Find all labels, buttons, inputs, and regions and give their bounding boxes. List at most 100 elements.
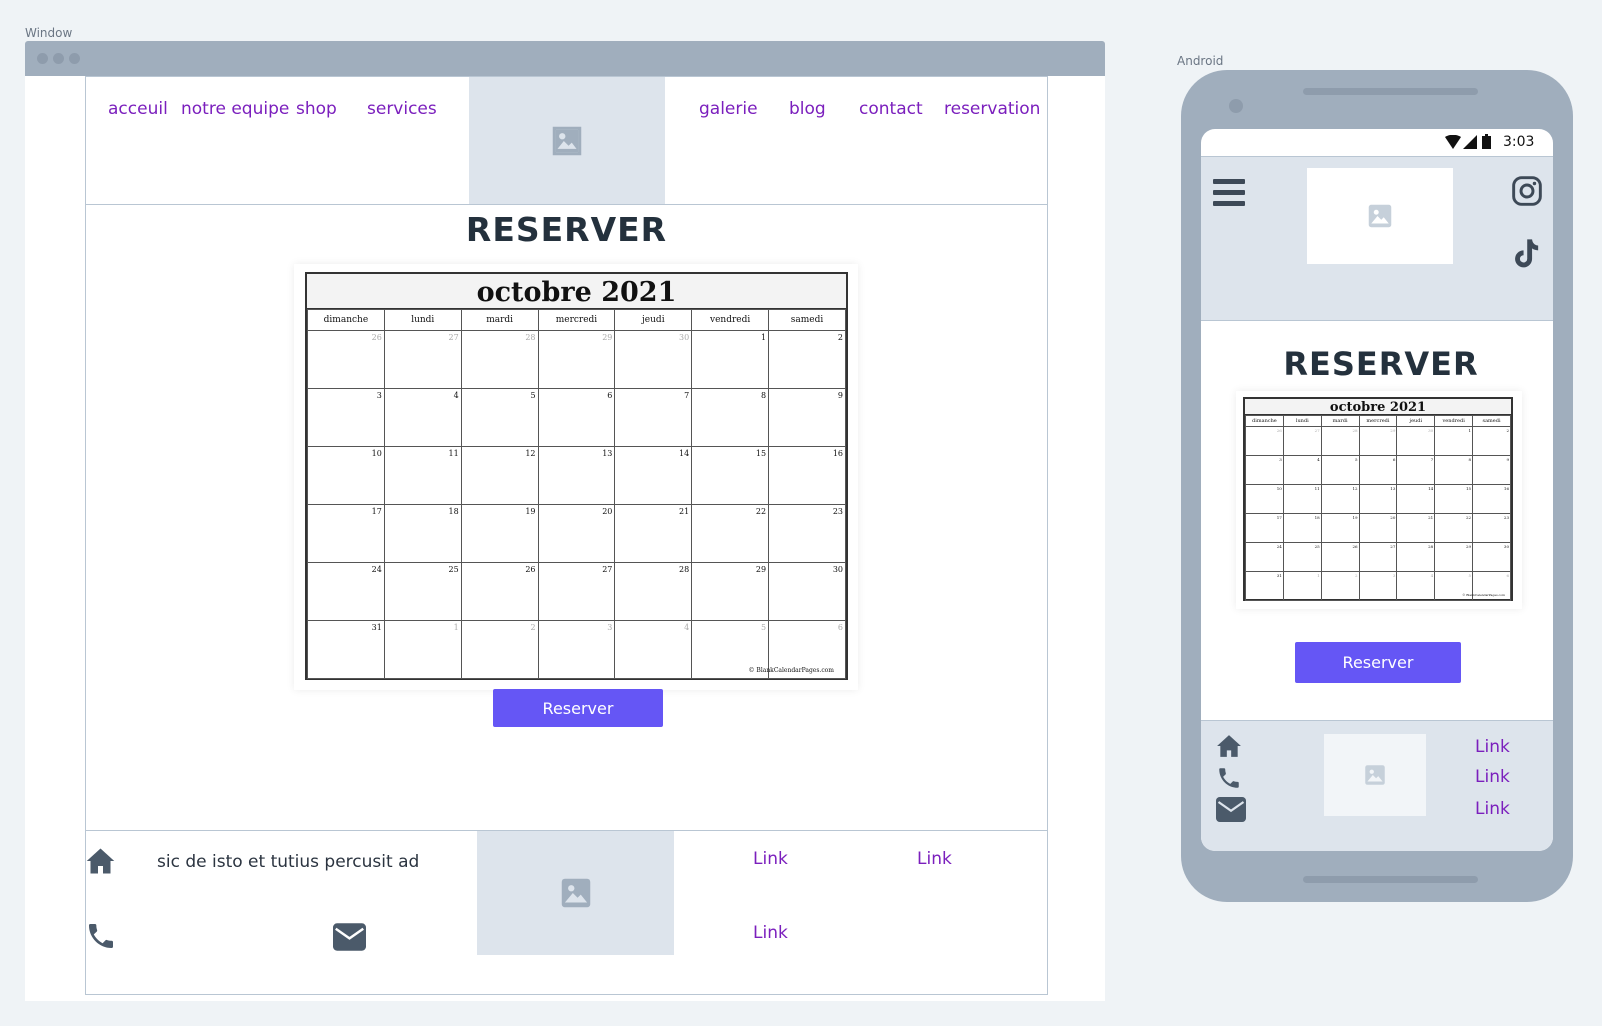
calendar-day-cell[interactable]: 23 (768, 504, 846, 563)
calendar-day-cell[interactable]: 16 (768, 446, 846, 505)
mobile-calendar-day-cell[interactable]: 31 (1245, 571, 1284, 601)
calendar-day-cell[interactable]: 20 (537, 504, 616, 563)
nav-reservation[interactable]: reservation (944, 99, 1040, 119)
mobile-footer-link-2[interactable]: Link (1475, 767, 1510, 787)
calendar-day-cell[interactable]: 26 (460, 562, 539, 621)
mobile-calendar-day-cell[interactable]: 22 (1434, 513, 1474, 543)
calendar-day-cell[interactable]: 12 (460, 446, 539, 505)
window-close-dot[interactable] (37, 53, 48, 64)
mobile-calendar-day-cell[interactable]: 7 (1396, 455, 1436, 485)
mobile-calendar-day-cell[interactable]: 26 (1320, 542, 1360, 572)
calendar-day-cell[interactable]: 30 (614, 330, 693, 389)
mobile-calendar-day-cell[interactable]: 28 (1396, 542, 1436, 572)
calendar-day-cell[interactable]: 4 (614, 620, 693, 679)
mobile-calendar-day-cell[interactable]: 2 (1320, 571, 1360, 601)
nav-blog[interactable]: blog (789, 99, 826, 119)
calendar-day-cell[interactable]: 3 (307, 388, 385, 447)
reserver-button[interactable]: Reserver (493, 689, 663, 727)
mobile-calendar-day-cell[interactable]: 5 (1320, 455, 1360, 485)
mobile-calendar-day-cell[interactable]: 9 (1472, 455, 1511, 485)
mobile-calendar-day-cell[interactable]: 27 (1358, 542, 1398, 572)
nav-services[interactable]: services (367, 99, 437, 119)
phone-icon[interactable] (85, 920, 117, 952)
mobile-calendar-day-cell[interactable]: 11 (1282, 484, 1322, 514)
calendar-day-cell[interactable]: 14 (614, 446, 693, 505)
mobile-calendar-day-cell[interactable]: 29 (1434, 542, 1474, 572)
mobile-reserver-button[interactable]: Reserver (1295, 642, 1461, 683)
calendar-day-cell[interactable]: 25 (383, 562, 462, 621)
mobile-calendar-day-cell[interactable]: 20 (1358, 513, 1398, 543)
envelope-icon[interactable] (333, 923, 366, 951)
footer-link-3[interactable]: Link (753, 923, 788, 943)
mobile-calendar-day-cell[interactable]: 3 (1245, 455, 1284, 485)
mobile-calendar-day-cell[interactable]: 17 (1245, 513, 1284, 543)
calendar-day-cell[interactable]: 1 (691, 330, 770, 389)
calendar-day-cell[interactable]: 21 (614, 504, 693, 563)
calendar-day-cell[interactable]: 9 (768, 388, 846, 447)
calendar-day-cell[interactable]: 15 (691, 446, 770, 505)
calendar-day-cell[interactable]: 31 (307, 620, 385, 679)
calendar-day-cell[interactable]: 2 (768, 330, 846, 389)
mobile-calendar-day-cell[interactable]: 23 (1472, 513, 1511, 543)
tiktok-icon[interactable] (1511, 237, 1541, 271)
phone-icon[interactable] (1216, 765, 1242, 791)
calendar-day-cell[interactable]: 24 (307, 562, 385, 621)
nav-contact[interactable]: contact (859, 99, 923, 119)
calendar-day-cell[interactable]: 17 (307, 504, 385, 563)
mobile-calendar-day-cell[interactable]: 26 (1245, 426, 1284, 456)
calendar-day-cell[interactable]: 26 (307, 330, 385, 389)
instagram-icon[interactable] (1511, 175, 1543, 207)
mobile-calendar-day-cell[interactable]: 28 (1320, 426, 1360, 456)
mobile-footer-link-1[interactable]: Link (1475, 737, 1510, 757)
mobile-calendar-day-cell[interactable]: 27 (1282, 426, 1322, 456)
mobile-calendar-day-cell[interactable]: 16 (1472, 484, 1511, 514)
mobile-calendar-day-cell[interactable]: 30 (1472, 542, 1511, 572)
footer-link-2[interactable]: Link (917, 849, 952, 869)
mobile-calendar-day-cell[interactable]: 12 (1320, 484, 1360, 514)
calendar-day-cell[interactable]: 3 (537, 620, 616, 679)
mobile-calendar-day-cell[interactable]: 14 (1396, 484, 1436, 514)
calendar-day-cell[interactable]: 4 (383, 388, 462, 447)
mobile-calendar-day-cell[interactable]: 8 (1434, 455, 1474, 485)
mobile-calendar-day-cell[interactable]: 4 (1396, 571, 1436, 601)
mobile-calendar-day-cell[interactable]: 4 (1282, 455, 1322, 485)
calendar-day-cell[interactable]: 1 (383, 620, 462, 679)
window-maximize-dot[interactable] (69, 53, 80, 64)
calendar-day-cell[interactable]: 27 (383, 330, 462, 389)
nav-notre-equipe[interactable]: notre equipe (181, 99, 289, 119)
mobile-calendar-day-cell[interactable]: 1 (1282, 571, 1322, 601)
mobile-calendar-day-cell[interactable]: 19 (1320, 513, 1360, 543)
mobile-calendar-day-cell[interactable]: 6 (1358, 455, 1398, 485)
envelope-icon[interactable] (1216, 797, 1246, 822)
nav-acceuil[interactable]: acceuil (108, 99, 168, 119)
calendar-day-cell[interactable]: 19 (460, 504, 539, 563)
calendar-day-cell[interactable]: 28 (614, 562, 693, 621)
calendar-day-cell[interactable]: 11 (383, 446, 462, 505)
window-minimize-dot[interactable] (53, 53, 64, 64)
nav-galerie[interactable]: galerie (699, 99, 758, 119)
calendar-day-cell[interactable]: 6 (537, 388, 616, 447)
calendar-day-cell[interactable]: 27 (537, 562, 616, 621)
mobile-calendar-day-cell[interactable]: 18 (1282, 513, 1322, 543)
mobile-calendar-day-cell[interactable]: 3 (1358, 571, 1398, 601)
mobile-calendar-day-cell[interactable]: 10 (1245, 484, 1284, 514)
footer-link-1[interactable]: Link (753, 849, 788, 869)
mobile-calendar-day-cell[interactable]: 30 (1396, 426, 1436, 456)
mobile-calendar-day-cell[interactable]: 24 (1245, 542, 1284, 572)
calendar-day-cell[interactable]: 10 (307, 446, 385, 505)
mobile-calendar-day-cell[interactable]: 29 (1358, 426, 1398, 456)
calendar-day-cell[interactable]: 29 (537, 330, 616, 389)
calendar-day-cell[interactable]: 29 (691, 562, 770, 621)
calendar-day-cell[interactable]: 2 (460, 620, 539, 679)
mobile-calendar-day-cell[interactable]: 15 (1434, 484, 1474, 514)
calendar-day-cell[interactable]: 13 (537, 446, 616, 505)
calendar-day-cell[interactable]: 30 (768, 562, 846, 621)
hamburger-menu-icon[interactable] (1213, 179, 1245, 207)
calendar-day-cell[interactable]: 8 (691, 388, 770, 447)
calendar-day-cell[interactable]: 5 (460, 388, 539, 447)
mobile-footer-link-3[interactable]: Link (1475, 799, 1510, 819)
calendar-day-cell[interactable]: 22 (691, 504, 770, 563)
mobile-calendar-day-cell[interactable]: 2 (1472, 426, 1511, 456)
calendar-day-cell[interactable]: 7 (614, 388, 693, 447)
calendar-day-cell[interactable]: 28 (460, 330, 539, 389)
